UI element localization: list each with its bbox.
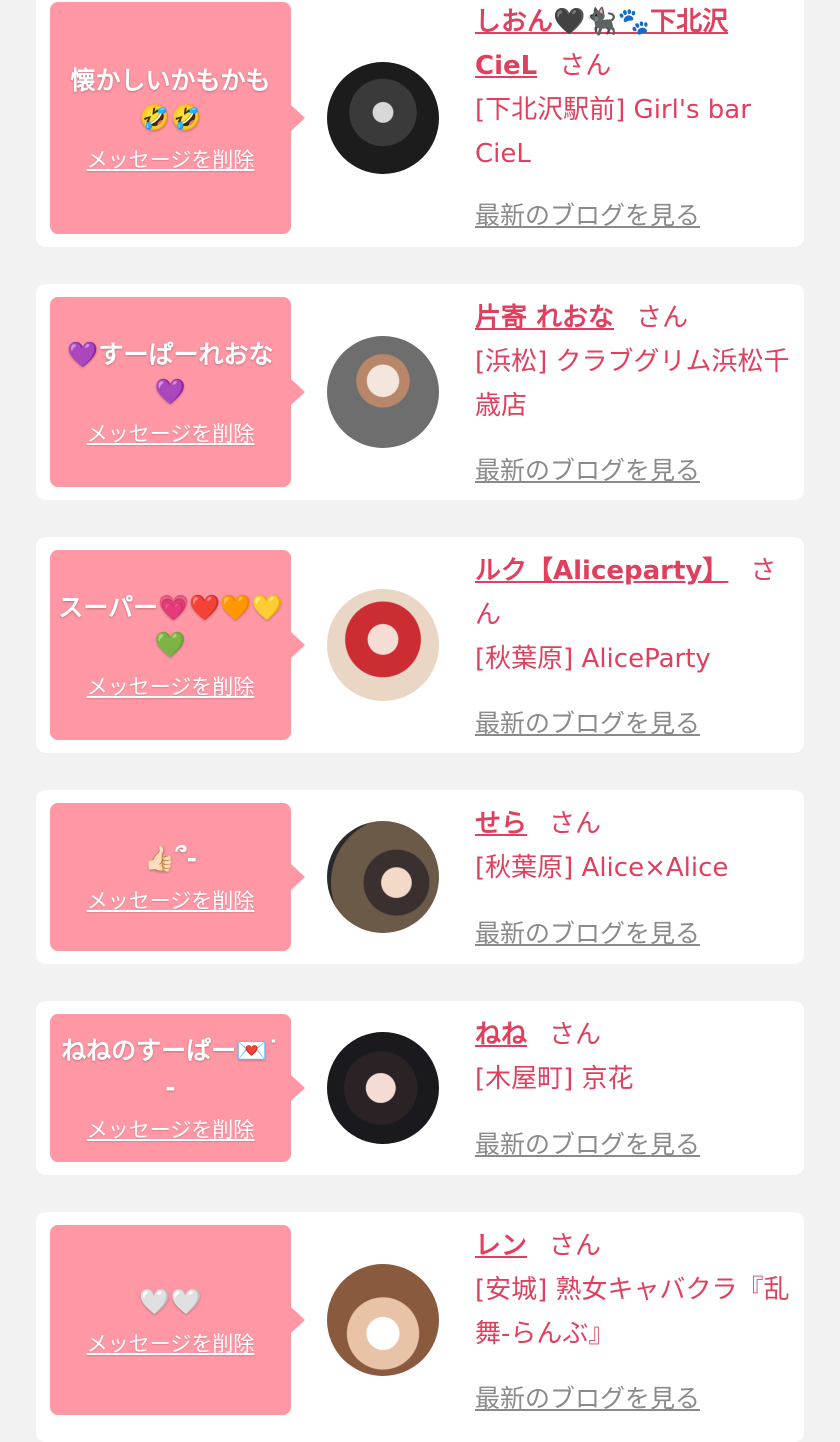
message-card: 懐かしいかもかも🤣🤣 メッセージを削除 しおん🖤🐈‍⬛🐾下北沢CieL さん [下… (36, 0, 804, 247)
delete-message-link[interactable]: メッセージを削除 (87, 1328, 255, 1358)
message-bubble: 懐かしいかもかも🤣🤣 メッセージを削除 (50, 2, 305, 234)
girl-name-link[interactable]: レン (475, 1231, 527, 1261)
message-bubble: 👍🏻՞- メッセージを削除 (50, 803, 305, 951)
delete-message-link[interactable]: メッセージを削除 (87, 144, 255, 174)
message-bubble: ねねのすーぱー💌˙- メッセージを削除 (50, 1014, 305, 1162)
message-card: 👍🏻՞- メッセージを削除 せら さん [秋葉原] Alice×Alice 最新の… (36, 790, 804, 964)
avatar[interactable] (327, 62, 439, 174)
latest-blog-link[interactable]: 最新のブログを見る (475, 914, 700, 950)
latest-blog-link[interactable]: 最新のブログを見る (475, 196, 700, 232)
name-suffix: さん (559, 51, 612, 81)
avatar[interactable] (327, 1264, 439, 1376)
message-text: ねねのすーぱー💌˙- (61, 1036, 280, 1102)
message-text: 💜すーぱーれおな💜 (67, 340, 274, 406)
latest-blog-link[interactable]: 最新のブログを見る (475, 1125, 700, 1161)
girl-name-link[interactable]: せら (475, 809, 527, 839)
shop-text: [安城] 熟女キャバクラ『乱舞-らんぶ』 (475, 1275, 790, 1349)
latest-blog-link[interactable]: 最新のブログを見る (475, 1379, 700, 1415)
latest-blog-link[interactable]: 最新のブログを見る (475, 451, 700, 487)
shop-text: [下北沢駅前] Girl's bar CieL (475, 95, 751, 169)
avatar[interactable] (327, 821, 439, 933)
delete-message-link[interactable]: メッセージを削除 (87, 1114, 255, 1144)
delete-message-link[interactable]: メッセージを削除 (87, 885, 255, 915)
name-suffix: さん (549, 809, 602, 839)
message-bubble: 💜すーぱーれおな💜 メッセージを削除 (50, 297, 305, 487)
shop-text: [秋葉原] AliceParty (475, 644, 711, 674)
avatar[interactable] (327, 589, 439, 701)
delete-message-link[interactable]: メッセージを削除 (87, 418, 255, 448)
message-text: 🤍🤍 (139, 1286, 202, 1316)
name-suffix: さん (636, 303, 689, 333)
message-card: 💜すーぱーれおな💜 メッセージを削除 片寄 れおな さん [浜松] クラブグリム浜… (36, 284, 804, 500)
message-text: スーパー💗❤️🧡💛💚 (58, 593, 283, 659)
name-suffix: さん (549, 1231, 602, 1261)
shop-text: [浜松] クラブグリム浜松千歳店 (475, 347, 790, 421)
message-card: スーパー💗❤️🧡💛💚 メッセージを削除 ルク【Aliceparty】 さん [秋葉… (36, 537, 804, 753)
shop-text: [木屋町] 京花 (475, 1064, 634, 1094)
message-text: 懐かしいかもかも🤣🤣 (70, 66, 271, 132)
name-suffix: さん (549, 1020, 602, 1050)
girl-name-link[interactable]: 片寄 れおな (475, 303, 614, 333)
message-card: ねねのすーぱー💌˙- メッセージを削除 ねね さん [木屋町] 京花 最新のブログ… (36, 1001, 804, 1175)
avatar[interactable] (327, 336, 439, 448)
message-text: 👍🏻՞- (143, 843, 198, 873)
shop-text: [秋葉原] Alice×Alice (475, 853, 729, 883)
message-bubble: スーパー💗❤️🧡💛💚 メッセージを削除 (50, 550, 305, 740)
latest-blog-link[interactable]: 最新のブログを見る (475, 704, 700, 740)
girl-name-link[interactable]: ルク【Aliceparty】 (475, 556, 728, 586)
avatar[interactable] (327, 1032, 439, 1144)
delete-message-link[interactable]: メッセージを削除 (87, 671, 255, 701)
girl-name-link[interactable]: ねね (475, 1020, 527, 1050)
message-bubble: 🤍🤍 メッセージを削除 (50, 1225, 305, 1415)
message-card: 🤍🤍 メッセージを削除 レン さん [安城] 熟女キャバクラ『乱舞-らんぶ』 最新… (36, 1212, 804, 1442)
